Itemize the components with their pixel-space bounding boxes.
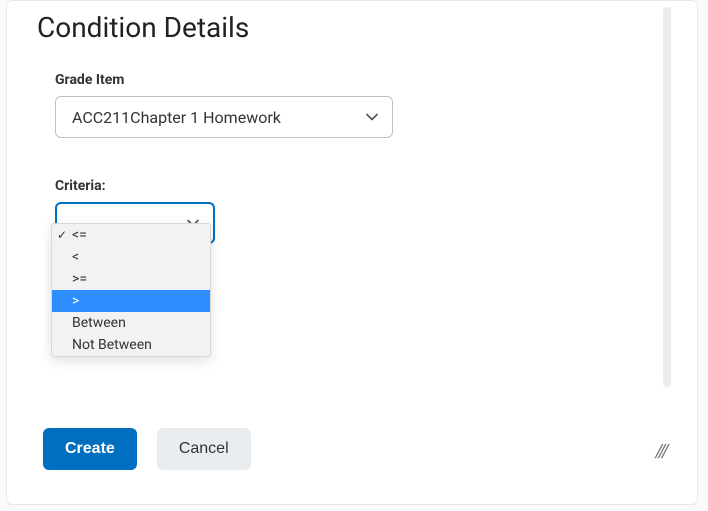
criteria-option[interactable]: ✓ <= bbox=[52, 224, 210, 246]
grade-item-selected-value: ACC211Chapter 1 Homework bbox=[72, 108, 281, 127]
check-icon: ✓ bbox=[57, 228, 67, 242]
chevron-down-icon bbox=[366, 111, 378, 123]
criteria-option-label: > bbox=[72, 293, 79, 309]
criteria-option-label: < bbox=[72, 249, 79, 265]
criteria-option-label: Between bbox=[72, 315, 126, 331]
criteria-option[interactable]: > bbox=[52, 290, 210, 312]
criteria-label: Criteria: bbox=[55, 178, 667, 194]
criteria-option[interactable]: < bbox=[52, 246, 210, 268]
scrollbar-track[interactable] bbox=[663, 7, 671, 387]
criteria-option-label: Not Between bbox=[72, 337, 152, 353]
criteria-option[interactable]: Between bbox=[52, 312, 210, 334]
cancel-button[interactable]: Cancel bbox=[157, 428, 251, 470]
condition-details-panel: Condition Details Grade Item ACC211Chapt… bbox=[6, 0, 698, 505]
footer-actions: Create Cancel bbox=[43, 428, 251, 470]
criteria-option-label: >= bbox=[72, 271, 87, 287]
grade-item-label: Grade Item bbox=[55, 72, 667, 88]
criteria-option[interactable]: >= bbox=[52, 268, 210, 290]
create-button[interactable]: Create bbox=[43, 428, 137, 470]
criteria-dropdown[interactable]: ✓ <= < >= > Between Not Between bbox=[51, 223, 211, 357]
criteria-option-label: <= bbox=[72, 227, 87, 243]
page-title: Condition Details bbox=[37, 11, 667, 44]
criteria-option[interactable]: Not Between bbox=[52, 334, 210, 356]
resize-grip-icon[interactable]: /// bbox=[655, 441, 667, 462]
grade-item-field: Grade Item ACC211Chapter 1 Homework bbox=[55, 72, 667, 138]
grade-item-select[interactable]: ACC211Chapter 1 Homework bbox=[55, 96, 393, 138]
